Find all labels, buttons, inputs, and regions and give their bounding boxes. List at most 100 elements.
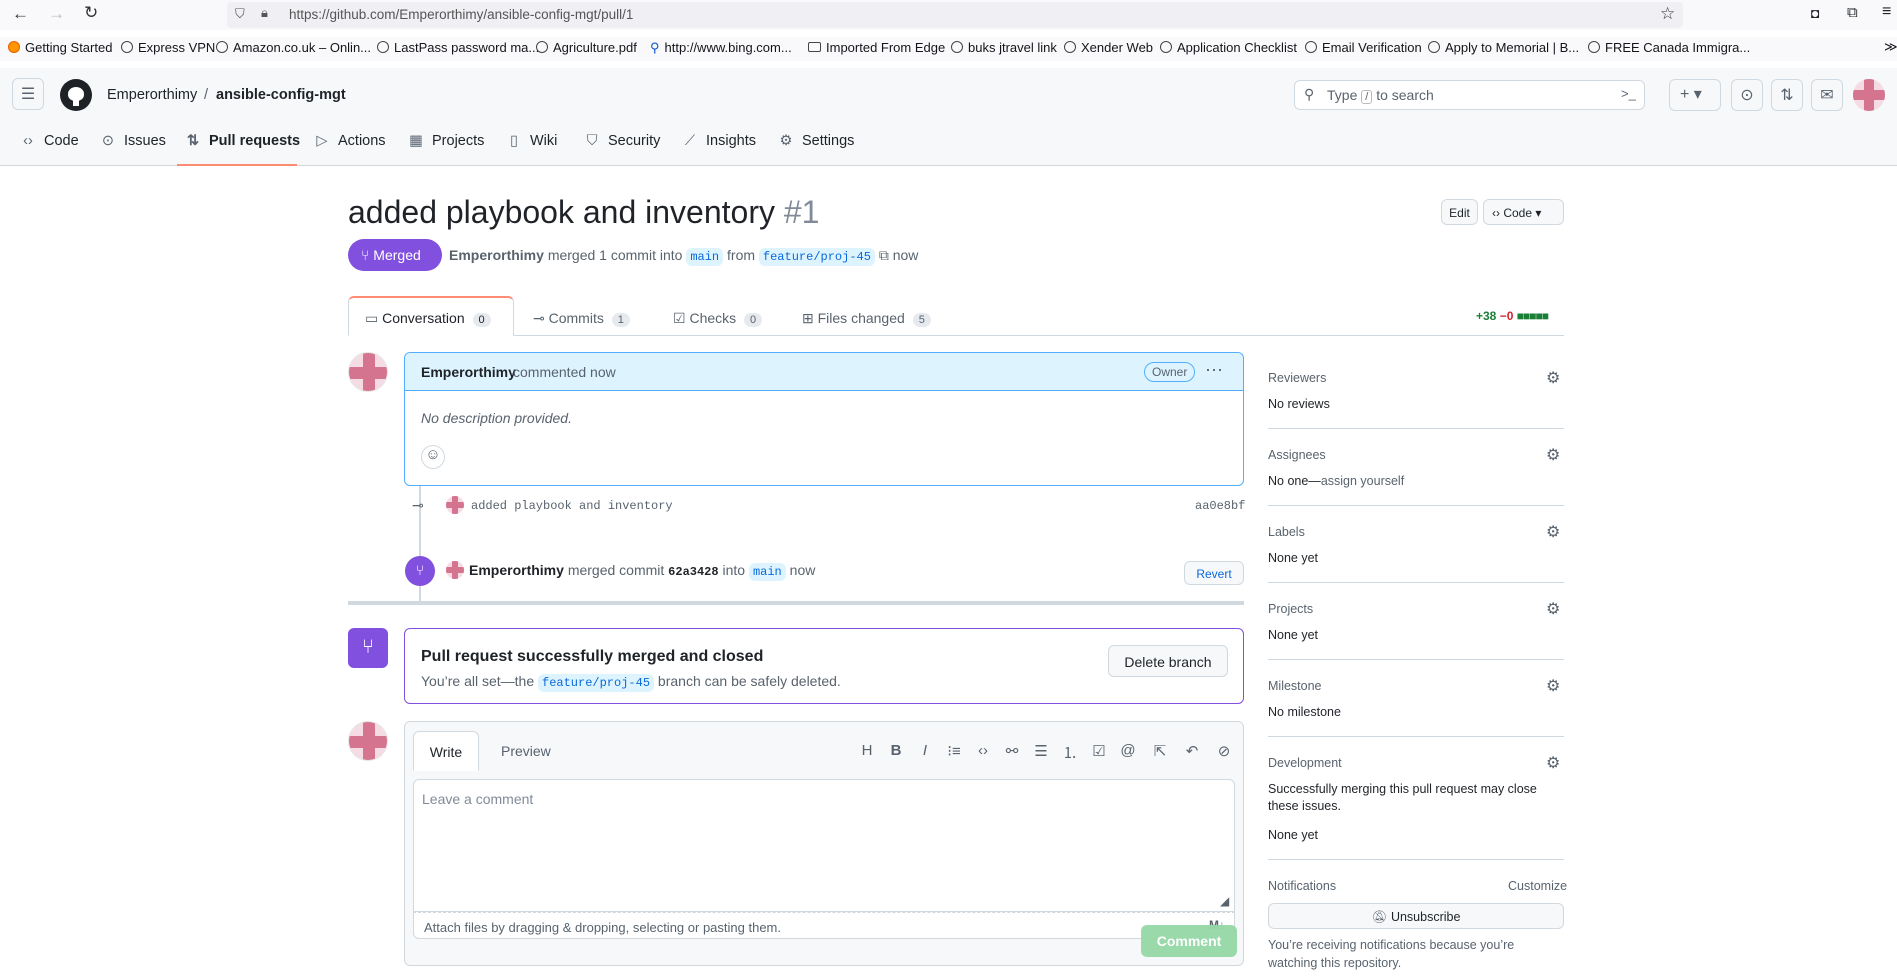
diffstat[interactable]: +38 −0 ■■■■■	[1476, 309, 1549, 323]
attach-files-bar[interactable]: Attach files by dragging & dropping, sel…	[413, 912, 1235, 939]
bookmarks-overflow-icon[interactable]: ≫	[1884, 39, 1897, 55]
bookmark-item[interactable]: LastPass password ma...	[377, 40, 539, 55]
create-new-button[interactable]: + ▾	[1669, 79, 1721, 111]
bookmark-item[interactable]: ⚲ http://www.bing.com...	[650, 40, 792, 56]
slash-command-icon[interactable]: ⊘	[1214, 742, 1234, 760]
milestone-gear-icon[interactable]: ⚙	[1546, 676, 1560, 696]
forward-icon[interactable]: →	[48, 4, 65, 24]
resize-handle-icon[interactable]: ◢	[1220, 894, 1229, 908]
search-input[interactable]: ⚲ Type / to search >_	[1294, 80, 1645, 110]
avatar[interactable]	[348, 352, 388, 392]
issues-icon[interactable]: ⊙	[1731, 79, 1763, 111]
bookmark-item[interactable]: Xender Web	[1064, 40, 1153, 55]
bookmark-item[interactable]: Amazon.co.uk – Onlin...	[216, 40, 371, 55]
bookmark-item[interactable]: buks jtravel link	[951, 40, 1057, 55]
bold-icon[interactable]: B	[886, 742, 906, 759]
merge-sha-link[interactable]: 62a3428	[668, 565, 718, 579]
tab-pull-requests[interactable]: ⇅ Pull requests	[185, 133, 300, 149]
tab-code[interactable]: ‹› Code	[20, 133, 79, 149]
pr-author-link[interactable]: Emperorthimy	[449, 247, 544, 263]
code-dropdown-button[interactable]: ‹› Code ▾	[1483, 199, 1564, 225]
tab-insights[interactable]: ⟋ Insights	[682, 133, 756, 149]
assignees-gear-icon[interactable]: ⚙	[1546, 445, 1560, 465]
pull-requests-icon[interactable]: ⇅	[1771, 79, 1803, 111]
tab-files-changed[interactable]: ⊞ Files changed 5	[802, 310, 931, 327]
extensions-icon[interactable]: ⧉	[1847, 4, 1858, 21]
unordered-list-icon[interactable]: ☰	[1031, 742, 1051, 760]
deleted-branch-name[interactable]: feature/proj-45	[538, 674, 655, 692]
commit-sha-link[interactable]: aa0e8bf	[1195, 499, 1245, 513]
add-reaction-icon[interactable]: ☺	[421, 445, 445, 469]
tab-preview[interactable]: Preview	[501, 743, 551, 759]
back-icon[interactable]: ←	[12, 4, 29, 24]
ordered-list-icon[interactable]: ⒈	[1060, 742, 1080, 763]
labels-gear-icon[interactable]: ⚙	[1546, 522, 1560, 542]
task-list-icon[interactable]: ☑	[1089, 742, 1109, 760]
avatar[interactable]	[446, 561, 464, 579]
tab-security[interactable]: ⛉ Security	[584, 133, 661, 149]
github-logo-icon[interactable]	[60, 79, 92, 111]
repo-owner-link[interactable]: Emperorthimy	[107, 87, 197, 103]
customize-link[interactable]: Customize	[1508, 879, 1567, 893]
reply-icon[interactable]: ↶	[1182, 742, 1202, 760]
bookmark-item[interactable]: Express VPN	[121, 40, 215, 55]
address-bar[interactable]: ⛉ 🔒︎ https://github.com/Emperorthimy/ans…	[227, 2, 1683, 28]
url-text[interactable]: https://github.com/Emperorthimy/ansible-…	[289, 7, 633, 22]
projects-gear-icon[interactable]: ⚙	[1546, 599, 1560, 619]
quote-icon[interactable]: ⁝≡	[944, 742, 964, 760]
tab-settings[interactable]: ⚙ Settings	[778, 133, 855, 149]
tab-actions[interactable]: ▷ Actions	[314, 133, 385, 149]
delete-branch-button[interactable]: Delete branch	[1108, 645, 1228, 677]
tab-issues[interactable]: ⊙ Issues	[100, 133, 166, 149]
assign-yourself-link[interactable]: assign yourself	[1321, 474, 1404, 488]
tab-write[interactable]: Write	[413, 731, 479, 771]
repo-name-link[interactable]: ansible-config-mgt	[216, 87, 346, 103]
bookmark-item[interactable]: Imported From Edge	[808, 40, 945, 55]
star-icon[interactable]: ☆	[1660, 4, 1675, 24]
hamburger-button[interactable]: ☰	[12, 78, 44, 110]
bookmark-item[interactable]: FREE Canada Immigra...	[1588, 40, 1750, 55]
commit-message-link[interactable]: added playbook and inventory	[471, 499, 673, 513]
code-icon[interactable]: ‹›	[973, 742, 993, 759]
base-branch[interactable]: main	[686, 248, 724, 266]
bookmark-item[interactable]: Apply to Memorial | B...	[1428, 40, 1579, 55]
comment-textarea[interactable]: Leave a comment ◢	[413, 779, 1235, 912]
assignees-value: No one—assign yourself	[1268, 474, 1405, 488]
comment-author-link[interactable]: Emperorthimy	[421, 364, 516, 380]
tab-checks[interactable]: ☑ Checks 0	[673, 310, 763, 327]
kebab-menu-icon[interactable]: ⋯	[1205, 360, 1223, 381]
cross-reference-icon[interactable]: ⇱	[1150, 742, 1170, 760]
italic-icon[interactable]: I	[915, 742, 935, 759]
mention-icon[interactable]: @	[1118, 742, 1138, 759]
bookmark-item[interactable]: Getting Started	[8, 40, 112, 55]
reload-icon[interactable]: ↻	[84, 3, 98, 23]
development-gear-icon[interactable]: ⚙	[1546, 753, 1560, 773]
tab-projects[interactable]: ▦ Projects	[408, 133, 484, 149]
bookmark-item[interactable]: Application Checklist	[1160, 40, 1297, 55]
avatar[interactable]	[446, 496, 464, 514]
inbox-icon[interactable]: ✉	[1811, 79, 1843, 111]
lock-icon[interactable]: 🔒︎	[261, 5, 268, 21]
command-palette-icon[interactable]: >_	[1621, 86, 1636, 101]
merge-author-link[interactable]: Emperorthimy	[469, 562, 564, 578]
shield-icon[interactable]: ⛉	[235, 6, 245, 22]
revert-button[interactable]: Revert	[1184, 561, 1244, 585]
avatar[interactable]	[1853, 79, 1885, 111]
unsubscribe-button[interactable]: 🔕︎ Unsubscribe	[1268, 903, 1564, 929]
tab-conversation[interactable]: ▭ Conversation 0	[348, 296, 514, 336]
heading-icon[interactable]: H	[857, 742, 877, 759]
tab-wiki[interactable]: ▯ Wiki	[506, 133, 557, 149]
copy-icon[interactable]: ⧉	[879, 247, 889, 263]
reviewers-gear-icon[interactable]: ⚙	[1546, 368, 1560, 388]
edit-button[interactable]: Edit	[1441, 199, 1478, 225]
submit-comment-button[interactable]: Comment	[1141, 925, 1237, 957]
avatar[interactable]	[348, 721, 388, 761]
bookmark-item[interactable]: Agriculture.pdf	[536, 40, 637, 55]
menu-icon[interactable]: ≡	[1882, 3, 1891, 21]
bookmark-item[interactable]: Email Verification	[1305, 40, 1422, 55]
tab-commits[interactable]: ⊸ Commits 1	[533, 310, 630, 327]
merge-base-branch[interactable]: main	[748, 563, 786, 581]
head-branch[interactable]: feature/proj-45	[758, 248, 875, 266]
pocket-icon[interactable]: ◘	[1811, 5, 1819, 21]
link-icon[interactable]: ⚯	[1002, 742, 1022, 760]
